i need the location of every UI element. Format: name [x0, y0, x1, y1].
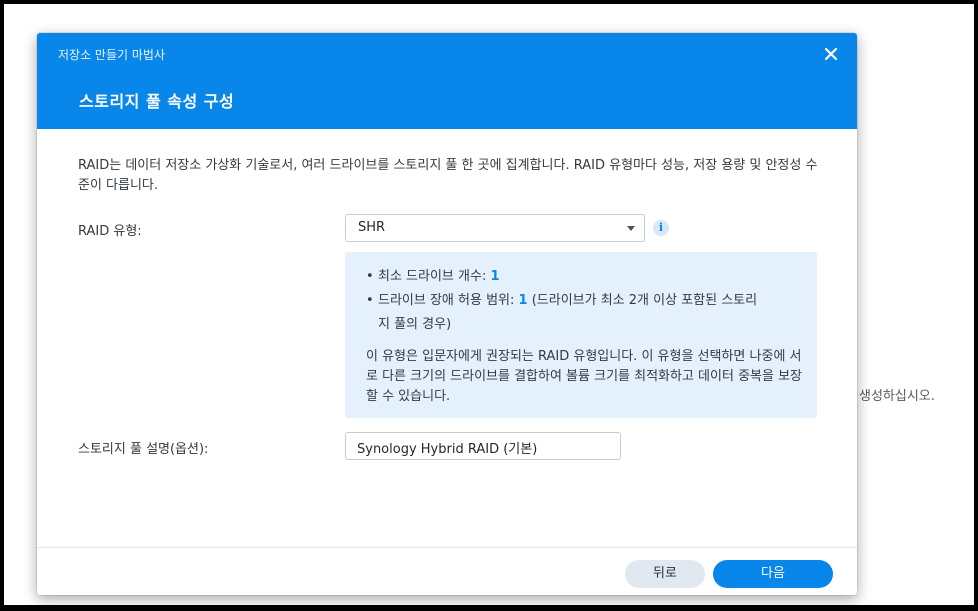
raid-description: RAID는 데이터 저장소 가상화 기술로서, 여러 드라이브를 스토리지 풀 …: [78, 158, 818, 193]
raid-info-panel: • 최소 드라이브 개수: 1 • 드라이브 장애 허용 범위: 1 (드라이브가 …: [345, 252, 817, 418]
window-frame: 생성하십시오. 저장소 만들기 마법사 스토리지 풀 속성 구성 RAID는 데…: [4, 4, 974, 605]
min-drives-value: 1: [490, 269, 500, 284]
close-icon: [824, 47, 838, 61]
back-button[interactable]: 뒤로: [625, 560, 705, 588]
bullet-dot: •: [366, 293, 374, 308]
wizard-title: 저장소 만들기 마법사: [58, 48, 165, 62]
fault-tolerance-note-line1: (드라이브가 최소 2개 이상 포함된 스토리: [531, 293, 758, 308]
pool-description-input[interactable]: Synology Hybrid RAID (기본): [345, 432, 621, 460]
dialog-header: 저장소 만들기 마법사 스토리지 풀 속성 구성: [37, 33, 857, 129]
next-button[interactable]: 다음: [713, 560, 833, 588]
info-icon[interactable]: i: [653, 220, 669, 236]
step-title: 스토리지 풀 속성 구성: [79, 92, 235, 111]
min-drives-item: • 최소 드라이브 개수: 1: [366, 265, 500, 289]
chevron-down-icon: [627, 226, 635, 231]
fault-tolerance-item: • 드라이브 장애 허용 범위: 1 (드라이브가 최소 2개 이상 포함된 스토…: [366, 289, 794, 337]
bullet-dot: •: [366, 269, 374, 284]
pool-description-value: Synology Hybrid RAID (기본): [357, 442, 538, 457]
raid-type-label: RAID 유형:: [78, 224, 142, 239]
raid-type-note: 이 유형은 입문자에게 권장되는 RAID 유형입니다. 이 유형을 선택하면 …: [366, 349, 803, 404]
raid-type-select[interactable]: SHR: [345, 214, 645, 242]
fault-tolerance-label: 드라이브 장애 허용 범위:: [378, 293, 515, 308]
raid-type-selected-value: SHR: [358, 220, 386, 235]
dialog-footer: 뒤로 다음: [37, 547, 857, 595]
dialog-content: RAID는 데이터 저장소 가상화 기술로서, 여러 드라이브를 스토리지 풀 …: [37, 129, 857, 547]
close-button[interactable]: [821, 44, 841, 64]
background-partial-text: 생성하십시오.: [859, 389, 935, 404]
create-storage-wizard-dialog: 저장소 만들기 마법사 스토리지 풀 속성 구성 RAID는 데이터 저장소 가…: [37, 33, 857, 595]
fault-tolerance-value: 1: [518, 293, 528, 308]
fault-tolerance-note-line2: 지 풀의 경우): [378, 317, 452, 332]
min-drives-label: 최소 드라이브 개수:: [378, 269, 487, 284]
pool-description-label: 스토리지 풀 설명(옵션):: [78, 442, 209, 457]
